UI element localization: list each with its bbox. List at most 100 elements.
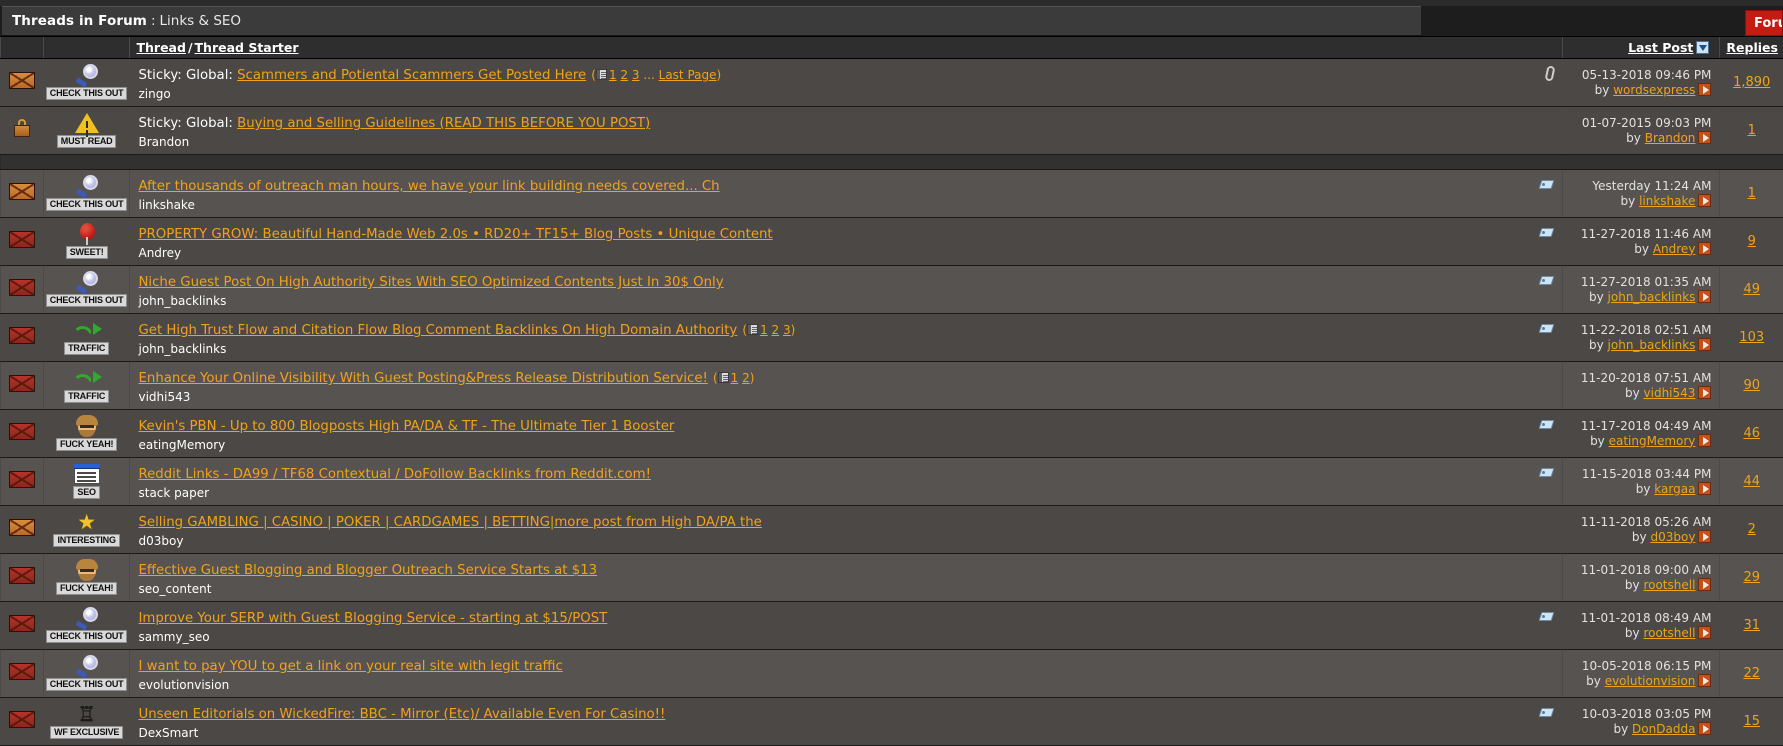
replies-count-link[interactable]: 44: [1743, 474, 1760, 489]
thread-prefix-cell[interactable]: CHECK THIS OUT: [43, 170, 130, 218]
go-to-last-post-icon[interactable]: [1698, 338, 1711, 351]
sort-by-replies-link[interactable]: Replies: [1726, 40, 1778, 55]
page-link[interactable]: 3: [783, 323, 791, 337]
thread-prefix-cell[interactable]: CHECK THIS OUT: [43, 266, 130, 314]
thread-prefix-cell[interactable]: FUCK YEAH!: [43, 554, 130, 602]
sort-by-thread-link[interactable]: Thread: [136, 40, 185, 55]
thread-prefix-cell[interactable]: MUST READ: [43, 107, 130, 155]
go-to-last-post-icon[interactable]: [1698, 131, 1711, 144]
thread-prefix-cell[interactable]: CHECK THIS OUT: [43, 602, 130, 650]
table-row[interactable]: CHECK THIS OUT After thousands of outreac…: [1, 170, 1783, 218]
table-row[interactable]: CHECK THIS OUT I want to pay YOU to get a…: [1, 650, 1783, 698]
replies-count-link[interactable]: 22: [1743, 666, 1760, 681]
thread-prefix-cell[interactable]: TRAFFIC: [43, 362, 130, 410]
go-to-last-post-icon[interactable]: [1698, 290, 1711, 303]
thread-title-link[interactable]: Enhance Your Online Visibility With Gues…: [138, 371, 707, 386]
last-post-author-link[interactable]: john_backlinks: [1608, 338, 1696, 352]
forum-tools-button[interactable]: Forum Tools: [1745, 10, 1783, 36]
replies-count-link[interactable]: 9: [1748, 234, 1756, 249]
replies-count-link[interactable]: 1: [1748, 123, 1756, 138]
go-to-last-post-icon[interactable]: [1698, 578, 1711, 591]
thread-title-link[interactable]: Effective Guest Blogging and Blogger Out…: [138, 563, 597, 578]
replies-count-link[interactable]: 46: [1743, 426, 1760, 441]
sort-by-last-post-link[interactable]: Last Post: [1628, 40, 1693, 55]
page-link[interactable]: 3: [632, 68, 640, 82]
last-post-author-link[interactable]: rootshell: [1643, 626, 1695, 640]
thread-prefix-cell[interactable]: ★INTERESTING: [43, 506, 130, 554]
thread-title-link[interactable]: Get High Trust Flow and Citation Flow Bl…: [138, 323, 737, 338]
table-row[interactable]: TRAFFIC Get High Trust Flow and Citation …: [1, 314, 1783, 362]
page-link[interactable]: 1: [731, 371, 739, 385]
thread-title-link[interactable]: I want to pay YOU to get a link on your …: [138, 659, 562, 674]
page-link[interactable]: 2: [620, 68, 628, 82]
page-link[interactable]: 2: [742, 371, 750, 385]
go-to-last-post-icon[interactable]: [1698, 386, 1711, 399]
thread-title-link[interactable]: Kevin's PBN - Up to 800 Blogposts High P…: [138, 419, 674, 434]
sort-descending-icon[interactable]: [1696, 41, 1709, 54]
go-to-last-post-icon[interactable]: [1698, 482, 1711, 495]
table-row[interactable]: SWEET! PROPERTY GROW: Beautiful Hand-Made…: [1, 218, 1783, 266]
last-post-author-link[interactable]: DonDadda: [1632, 722, 1695, 736]
last-page-link[interactable]: Last Page: [659, 68, 717, 82]
replies-count-link[interactable]: 31: [1743, 618, 1760, 633]
table-row[interactable]: TRAFFIC Enhance Your Online Visibility Wi…: [1, 362, 1783, 410]
thread-prefix-cell[interactable]: ♖WF EXCLUSIVE: [43, 698, 130, 746]
go-to-last-post-icon[interactable]: [1698, 674, 1711, 687]
replies-count-link[interactable]: 103: [1739, 330, 1764, 345]
thread-title-link[interactable]: Buying and Selling Guidelines (READ THIS…: [237, 116, 650, 131]
thread-prefix-cell[interactable]: TRAFFIC: [43, 314, 130, 362]
thread-prefix-cell[interactable]: SEO: [43, 458, 130, 506]
last-post-author-link[interactable]: linkshake: [1639, 194, 1695, 208]
thread-prefix-cell[interactable]: CHECK THIS OUT: [43, 650, 130, 698]
table-row[interactable]: CHECK THIS OUT Niche Guest Post On High A…: [1, 266, 1783, 314]
go-to-last-post-icon[interactable]: [1698, 722, 1711, 735]
thread-title-link[interactable]: Improve Your SERP with Guest Blogging Se…: [138, 611, 607, 626]
thread-title-link[interactable]: PROPERTY GROW: Beautiful Hand-Made Web 2…: [138, 227, 772, 242]
table-row[interactable]: ♖WF EXCLUSIVE Unseen Editorials on Wicked…: [1, 698, 1783, 746]
last-post-author-link[interactable]: vidhi543: [1644, 386, 1696, 400]
thread-prefix-cell[interactable]: CHECK THIS OUT: [43, 59, 130, 107]
last-post-author-link[interactable]: evolutionvision: [1605, 674, 1696, 688]
replies-count-link[interactable]: 2: [1748, 522, 1756, 537]
table-row[interactable]: CHECK THIS OUTSticky: Global: Scammers a…: [1, 59, 1783, 107]
table-row[interactable]: CHECK THIS OUT Improve Your SERP with Gue…: [1, 602, 1783, 650]
table-row[interactable]: MUST READSticky: Global: Buying and Sell…: [1, 107, 1783, 155]
go-to-last-post-icon[interactable]: [1698, 530, 1711, 543]
go-to-last-post-icon[interactable]: [1698, 194, 1711, 207]
last-post-author-link[interactable]: d03boy: [1650, 530, 1695, 544]
last-post-author-link[interactable]: rootshell: [1643, 578, 1695, 592]
go-to-last-post-icon[interactable]: [1698, 242, 1711, 255]
last-post-author-link[interactable]: Andrey: [1653, 242, 1696, 256]
go-to-last-post-icon[interactable]: [1698, 626, 1711, 639]
last-post-author-link[interactable]: eatingMemory: [1609, 434, 1696, 448]
thread-prefix-cell[interactable]: SWEET!: [43, 218, 130, 266]
thread-prefix-cell[interactable]: FUCK YEAH!: [43, 410, 130, 458]
thread-title-link[interactable]: Scammers and Potiental Scammers Get Post…: [237, 68, 586, 83]
replies-count-link[interactable]: 29: [1743, 570, 1760, 585]
table-row[interactable]: FUCK YEAH! Kevin's PBN - Up to 800 Blogpo…: [1, 410, 1783, 458]
table-row[interactable]: SEO Reddit Links - DA99 / TF68 Contextual…: [1, 458, 1783, 506]
thread-title-link[interactable]: After thousands of outreach man hours, w…: [138, 179, 719, 194]
table-row[interactable]: ★INTERESTING Selling GAMBLING | CASINO | …: [1, 506, 1783, 554]
page-link[interactable]: 2: [772, 323, 780, 337]
replies-count-link[interactable]: 1,890: [1733, 75, 1770, 90]
last-post-author-link[interactable]: kargaa: [1654, 482, 1695, 496]
last-post-author-link[interactable]: Brandon: [1645, 131, 1696, 145]
thread-title-link[interactable]: Selling GAMBLING | CASINO | POKER | CARD…: [138, 515, 761, 530]
replies-count-link[interactable]: 15: [1743, 714, 1760, 729]
table-row[interactable]: FUCK YEAH! Effective Guest Blogging and B…: [1, 554, 1783, 602]
replies-count-link[interactable]: 90: [1743, 378, 1760, 393]
last-post-author-link[interactable]: john_backlinks: [1608, 290, 1696, 304]
sort-by-thread-starter-link[interactable]: Thread Starter: [195, 40, 299, 55]
thread-title-link[interactable]: Niche Guest Post On High Authority Sites…: [138, 275, 723, 290]
page-link[interactable]: 1: [609, 68, 617, 82]
replies-count-link[interactable]: 1: [1748, 186, 1756, 201]
go-to-last-post-icon[interactable]: [1698, 83, 1711, 96]
replies-count-link[interactable]: 49: [1743, 282, 1760, 297]
thread-title-link[interactable]: Reddit Links - DA99 / TF68 Contextual / …: [138, 467, 650, 482]
last-post-author-link[interactable]: wordsexpress: [1613, 83, 1695, 97]
page-link[interactable]: 1: [760, 323, 768, 337]
table-header-row: Thread/Thread Starter Last Post Replies: [1, 37, 1783, 59]
thread-title-link[interactable]: Unseen Editorials on WickedFire: BBC - M…: [138, 707, 665, 722]
go-to-last-post-icon[interactable]: [1698, 434, 1711, 447]
